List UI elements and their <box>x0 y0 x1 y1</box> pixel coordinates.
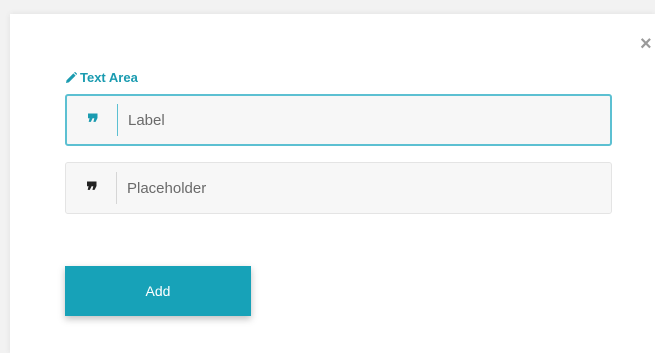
placeholder-field[interactable]: ❞ <box>65 162 612 214</box>
label-field[interactable]: ❞ <box>65 94 612 146</box>
placeholder-input[interactable] <box>117 162 611 214</box>
pencil-icon <box>65 71 77 84</box>
page-background-top <box>0 0 655 14</box>
section-title: Text Area <box>65 70 138 85</box>
page-background-left <box>0 0 10 353</box>
quote-icon: ❞ <box>86 178 98 204</box>
section-title-text: Text Area <box>80 70 138 85</box>
close-icon[interactable]: × <box>640 34 652 54</box>
add-button[interactable]: Add <box>65 266 251 316</box>
label-input[interactable] <box>118 95 610 145</box>
quote-icon: ❞ <box>87 110 99 136</box>
